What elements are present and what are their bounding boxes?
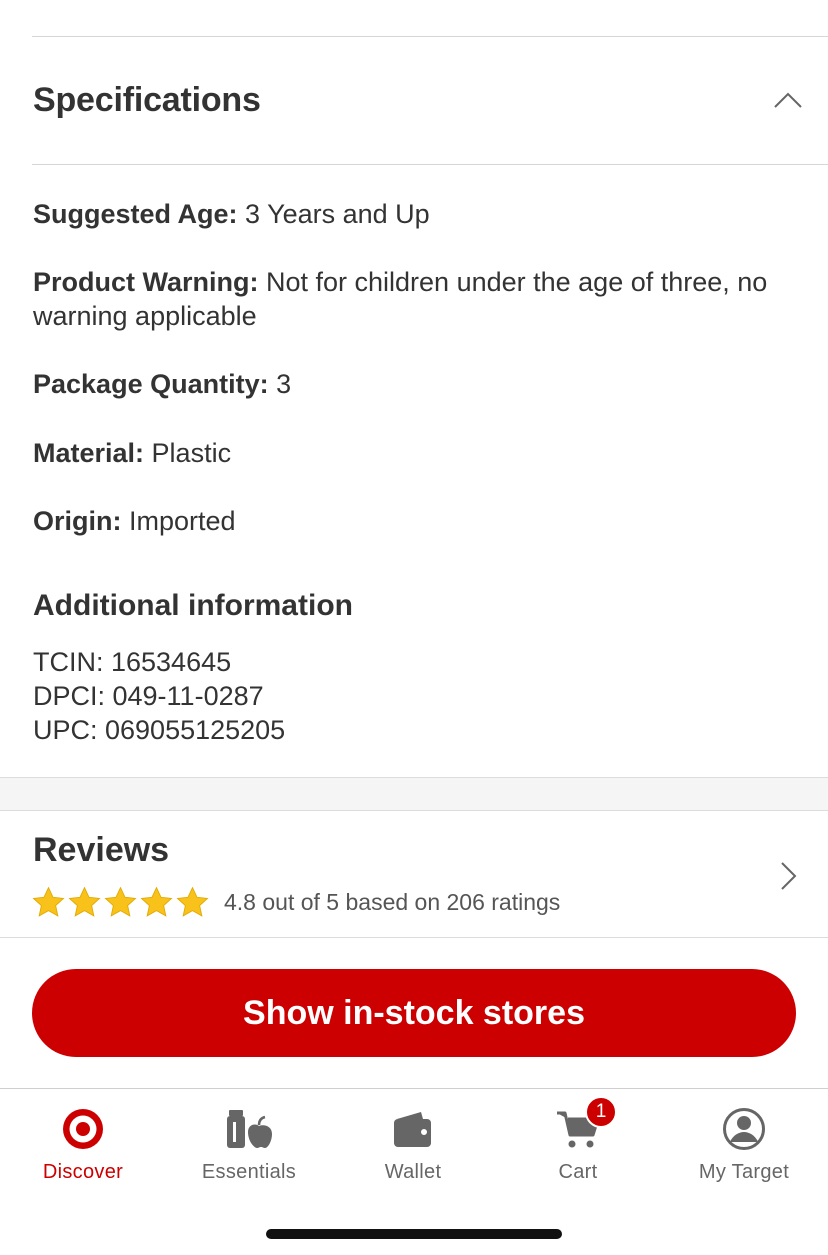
target-logo-icon [59,1107,107,1151]
spec-value: 3 [268,369,292,399]
rating-summary: 4.8 out of 5 based on 206 ratings [224,889,561,915]
chevron-right-icon[interactable] [778,859,800,893]
spec-row-material: Material: Plastic [33,436,231,470]
section-separator [0,777,828,811]
dpci-text: DPCI: 049-11-0287 [33,681,264,711]
cart-count-badge: 1 [585,1096,617,1128]
tab-essentials[interactable]: Essentials [166,1089,332,1199]
star-icon [140,886,173,917]
home-indicator [266,1229,562,1239]
tab-label: Wallet [384,1161,442,1183]
spec-value: Plastic [144,438,232,468]
tab-label: Essentials [201,1161,297,1183]
reviews-title: Reviews [33,831,170,869]
show-in-stock-stores-button[interactable]: Show in-stock stores [32,969,796,1057]
user-circle-icon [720,1107,768,1151]
star-icon [176,886,209,917]
spec-key: Origin: [33,506,122,536]
tab-my-target[interactable]: My Target [661,1089,827,1199]
tab-cart[interactable]: 1 Cart [495,1089,661,1199]
divider [32,164,828,165]
star-rating [31,885,210,920]
wallet-icon [389,1107,437,1151]
spec-row-product-warning: Product Warning: Not for children under … [33,265,793,333]
spec-row-origin: Origin: Imported [33,504,236,538]
tab-label: My Target [698,1161,790,1183]
tab-wallet[interactable]: Wallet [330,1089,496,1199]
spec-key: Package Quantity: [33,369,269,399]
reviews-section[interactable]: Reviews 4.8 out of 5 based on 206 rating… [0,811,828,938]
specifications-title: Specifications [33,81,261,119]
spec-row-suggested-age: Suggested Age: 3 Years and Up [33,197,430,231]
tcin-text: TCIN: 16534645 [33,647,232,677]
specifications-header[interactable]: Specifications [0,37,828,165]
spec-value: Imported [121,506,236,536]
essentials-icon [225,1107,273,1151]
additional-information-title: Additional information [33,589,353,622]
spec-value: 3 Years and Up [237,199,430,229]
star-icon [104,886,137,917]
tab-label: Discover [42,1161,124,1183]
tab-discover[interactable]: Discover [0,1089,166,1199]
tab-label: Cart [558,1161,598,1183]
star-icon [68,886,101,917]
spec-key: Material: [33,438,145,468]
spec-key: Suggested Age: [33,199,238,229]
chevron-up-icon[interactable] [770,85,806,115]
spec-row-package-quantity: Package Quantity: 3 [33,367,291,401]
upc-text: UPC: 069055125205 [33,715,286,745]
additional-information-list: TCIN: 16534645 DPCI: 049-11-0287 UPC: 06… [33,645,285,747]
spec-key: Product Warning: [33,267,259,297]
star-icon [32,886,65,917]
